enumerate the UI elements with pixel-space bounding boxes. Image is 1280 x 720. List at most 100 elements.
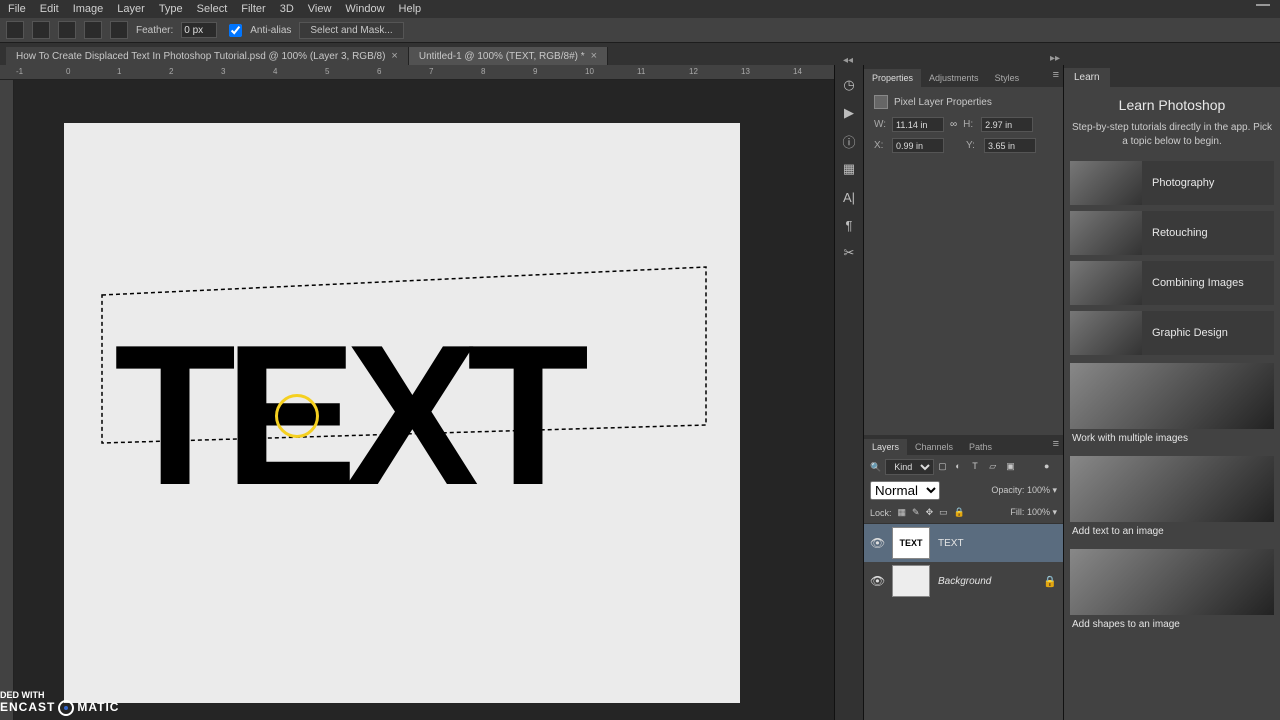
ruler-tick: 13 (741, 67, 750, 76)
ruler-tick: 2 (169, 67, 173, 76)
menu-help[interactable]: Help (399, 3, 422, 15)
height-input[interactable] (981, 117, 1033, 132)
history-icon[interactable]: ◷ (841, 77, 857, 93)
menu-filter[interactable]: Filter (241, 3, 265, 15)
watermark-dot-icon (58, 700, 74, 716)
filter-type-icon[interactable]: T (972, 461, 985, 474)
width-input[interactable] (892, 117, 944, 132)
ruler-tick: 14 (793, 67, 802, 76)
card-image (1070, 363, 1274, 429)
paragraph-icon[interactable]: ¶ (841, 217, 857, 233)
layer-row-text[interactable]: 👁 TEXT TEXT (864, 524, 1063, 562)
subtract-selection-icon[interactable] (84, 21, 102, 39)
filter-adjust-icon[interactable]: ◐ (955, 461, 968, 474)
learn-card-combining[interactable]: Combining Images (1070, 261, 1274, 305)
tab-1-close-icon[interactable]: × (391, 50, 397, 62)
info-icon[interactable]: ⓘ (841, 133, 857, 149)
scissors-icon[interactable]: ✂ (841, 245, 857, 261)
layer-thumbnail[interactable] (892, 565, 930, 597)
tab-styles[interactable]: Styles (987, 69, 1028, 87)
new-selection-icon[interactable] (32, 21, 50, 39)
lock-image-icon[interactable]: ✎ (912, 507, 920, 518)
height-label: H: (963, 119, 975, 130)
antialias-checkbox[interactable] (229, 24, 242, 37)
lock-artboard-icon[interactable]: ▭ (939, 507, 948, 518)
tool-icon[interactable] (6, 21, 24, 39)
filter-search-icon[interactable]: 🔍 (870, 462, 881, 473)
canvas-area[interactable]: -1 0 1 2 3 4 5 6 7 8 9 10 11 12 13 14 TE… (0, 65, 834, 720)
lock-all-icon[interactable]: 🔒 (954, 507, 965, 518)
tab-2-close-icon[interactable]: × (591, 50, 597, 62)
tutorial-card-add-text[interactable]: Add text to an image (1070, 456, 1274, 541)
select-and-mask-button[interactable]: Select and Mask... (299, 22, 403, 39)
swatches-icon[interactable]: ▦ (841, 161, 857, 177)
tab-1-title: How To Create Displaced Text In Photosho… (16, 51, 385, 62)
menu-3d[interactable]: 3D (280, 3, 294, 15)
lock-trans-icon[interactable]: ▦ (898, 507, 907, 518)
menu-edit[interactable]: Edit (40, 3, 59, 15)
menu-layer[interactable]: Layer (117, 3, 145, 15)
menu-window[interactable]: Window (345, 3, 384, 15)
character-icon[interactable]: A| (841, 189, 857, 205)
menu-view[interactable]: View (308, 3, 332, 15)
tab-layers[interactable]: Layers (864, 439, 907, 455)
actions-icon[interactable]: ▶ (841, 105, 857, 121)
layer-visibility-icon[interactable]: 👁 (870, 536, 884, 550)
panel-menu-icon[interactable]: ≡ (1053, 69, 1059, 81)
layer-row-background[interactable]: 👁 Background 🔒 (864, 562, 1063, 600)
tutorial-card-add-shapes[interactable]: Add shapes to an image (1070, 549, 1274, 634)
layers-menu-icon[interactable]: ≡ (1053, 438, 1059, 450)
canvas[interactable]: TEXT (64, 123, 740, 703)
width-label: W: (874, 119, 886, 130)
learn-description: Step-by-step tutorials directly in the a… (1070, 121, 1274, 149)
learn-card-photography[interactable]: Photography (1070, 161, 1274, 205)
tab-learn[interactable]: Learn (1064, 68, 1110, 87)
tutorial-card-multiple-images[interactable]: Work with multiple images (1070, 363, 1274, 448)
document-tab-1[interactable]: How To Create Displaced Text In Photosho… (6, 47, 409, 65)
blend-mode-select[interactable]: Normal (870, 481, 940, 500)
expand-panels-icon[interactable]: ◂◂ (843, 55, 853, 66)
menu-select[interactable]: Select (197, 3, 228, 15)
y-input[interactable] (984, 138, 1036, 153)
y-label: Y: (966, 140, 978, 151)
tab-adjustments[interactable]: Adjustments (921, 69, 987, 87)
watermark-line3: MATIC (77, 700, 119, 714)
filter-type-select[interactable]: Kind (885, 459, 934, 475)
learn-card-graphicdesign[interactable]: Graphic Design (1070, 311, 1274, 355)
layer-visibility-icon[interactable]: 👁 (870, 574, 884, 588)
feather-input[interactable] (181, 22, 217, 38)
filter-toggle-icon[interactable]: ● (1044, 461, 1057, 474)
link-wh-icon[interactable]: ∞ (950, 119, 957, 130)
menu-type[interactable]: Type (159, 3, 183, 15)
opacity-value[interactable]: 100% (1027, 485, 1050, 495)
menu-file[interactable]: File (8, 3, 26, 15)
tab-channels[interactable]: Channels (907, 439, 961, 455)
collapse-panels-icon[interactable]: ▸▸ (1050, 53, 1060, 64)
minimize-button[interactable] (1256, 4, 1270, 6)
layer-lock-icon[interactable]: 🔒 (1043, 575, 1057, 588)
filter-shape-icon[interactable]: ▱ (989, 461, 1002, 474)
learn-card-retouching[interactable]: Retouching (1070, 211, 1274, 255)
menu-image[interactable]: Image (73, 3, 104, 15)
layer-thumbnail[interactable]: TEXT (892, 527, 930, 559)
card-image (1070, 311, 1142, 355)
canvas-text-object[interactable]: TEXT (114, 301, 577, 531)
intersect-selection-icon[interactable] (110, 21, 128, 39)
fill-value[interactable]: 100% (1027, 507, 1050, 517)
tab-paths[interactable]: Paths (961, 439, 1000, 455)
layer-name[interactable]: Background (938, 576, 991, 587)
ruler-tick: 10 (585, 67, 594, 76)
filter-pixel-icon[interactable]: ▢ (938, 461, 951, 474)
right-panels-column: Properties Adjustments Styles ≡ Pixel La… (864, 65, 1064, 720)
learn-panel-tab-bar: ▸▸ Learn (1064, 65, 1280, 87)
add-selection-icon[interactable] (58, 21, 76, 39)
feather-label: Feather: (136, 25, 173, 36)
layer-name[interactable]: TEXT (938, 538, 964, 549)
filter-smart-icon[interactable]: ▣ (1006, 461, 1019, 474)
document-tab-2[interactable]: Untitled-1 @ 100% (TEXT, RGB/8#) * × (409, 47, 608, 65)
x-input[interactable] (892, 138, 944, 153)
lock-pos-icon[interactable]: ✥ (926, 507, 934, 518)
tab-properties[interactable]: Properties (864, 69, 921, 87)
card-title: Photography (1152, 177, 1214, 189)
ruler-tick: 3 (221, 67, 225, 76)
